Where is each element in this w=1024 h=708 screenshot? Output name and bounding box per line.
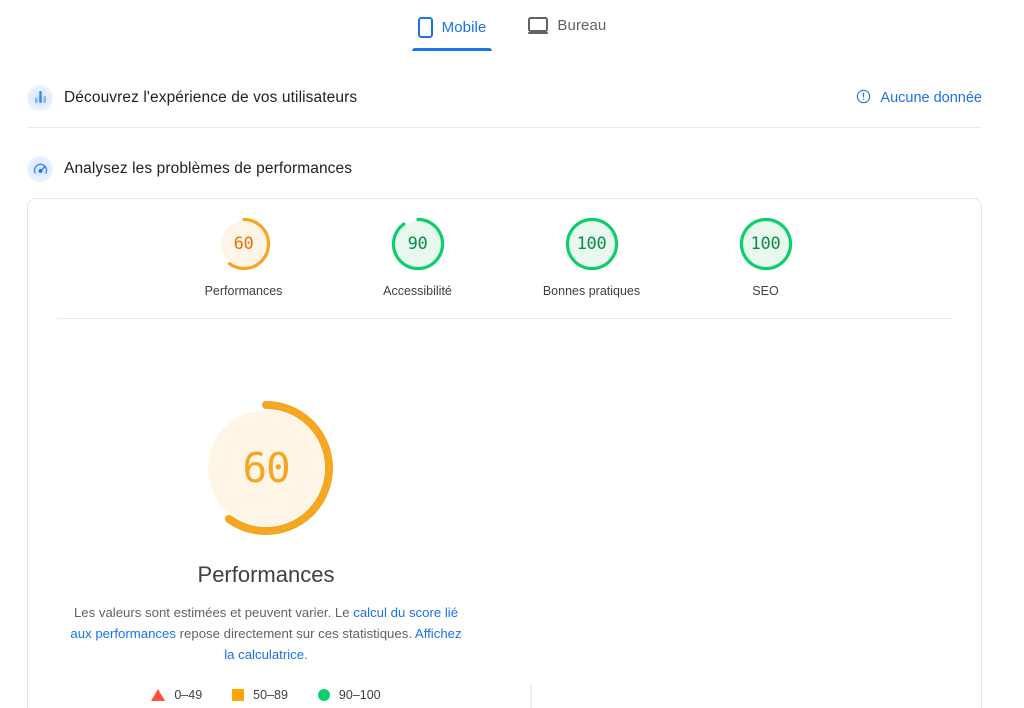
big-gauge-score: 60 (242, 444, 290, 492)
square-icon (232, 688, 245, 701)
category-scores: 60 Performances 90 Accessibilité 100 Bon… (28, 215, 981, 298)
performance-description: Les valeurs sont estimées et peuvent var… (69, 603, 463, 666)
no-data-status[interactable]: Aucune donnée (856, 89, 982, 108)
gauge-score-value: 100 (750, 234, 781, 254)
tab-mobile-label: Mobile (441, 19, 487, 36)
tab-active-indicator (411, 48, 493, 51)
desc-text-1: Les valeurs sont estimées et peuvent var… (73, 605, 354, 620)
gauge-score-value: 90 (407, 234, 428, 254)
desc-text-3: . (304, 646, 308, 662)
form-factor-tabs: Mobile Bureau (0, 0, 1024, 62)
desc-text-2: repose directement sur ces statistiques. (175, 625, 415, 641)
phone-icon (417, 17, 433, 38)
big-gauge-title: Performances (197, 562, 335, 587)
section-performance-issues: Analysez les problèmes de performances (0, 147, 1024, 191)
gauge-label: SEO (752, 284, 779, 298)
vertical-divider (530, 684, 532, 708)
speedometer-icon (27, 156, 53, 182)
section-performance-title: Analysez les problèmes de performances (64, 160, 353, 177)
gauge-label: Accessibilité (383, 284, 452, 298)
legend-label: 90–100 (338, 687, 381, 702)
score-gauge-performances[interactable]: 60 Performances (184, 215, 304, 298)
results-card: 60 Performances 90 Accessibilité 100 Bon… (27, 198, 982, 708)
no-data-label: Aucune donnée (880, 90, 982, 106)
triangle-icon (151, 688, 166, 701)
big-gauge-ring: 60 (193, 395, 339, 541)
legend-item-low: 0–49 (151, 688, 202, 702)
pagespeed-report: Mobile Bureau Découvrez l'expérience de … (0, 0, 1024, 708)
gauge-ring: 90 (389, 215, 447, 273)
legend-item-high: 90–100 (317, 687, 381, 702)
desktop-icon (528, 17, 549, 34)
bar-chart-icon (27, 85, 53, 111)
gauge-ring: 60 (215, 215, 273, 273)
gauge-ring: 100 (737, 215, 795, 273)
score-legend: 0–49 50–89 90–100 (151, 687, 381, 702)
circle-icon (317, 688, 330, 701)
section-user-experience: Découvrez l'expérience de vos utilisateu… (0, 76, 1024, 120)
card-divider (57, 318, 952, 319)
gauge-label: Bonnes pratiques (542, 284, 641, 298)
tab-mobile[interactable]: Mobile (411, 14, 493, 51)
gauge-label: Performances (204, 284, 283, 298)
gauge-score-value: 60 (233, 234, 254, 254)
tab-bureau-label: Bureau (557, 17, 607, 34)
section-divider (27, 127, 982, 128)
score-gauge-bonnes-pratiques[interactable]: 100 Bonnes pratiques (532, 215, 652, 298)
legend-label: 0–49 (174, 687, 203, 702)
tab-bureau[interactable]: Bureau (524, 14, 610, 47)
info-circle-icon (856, 89, 871, 108)
legend-item-medium: 50–89 (232, 688, 288, 702)
big-gauge-block: 60 Performances Les valeurs sont estimée… (28, 349, 504, 702)
legend-label: 50–89 (253, 687, 288, 702)
score-gauge-accessibilite[interactable]: 90 Accessibilité (358, 215, 478, 298)
gauge-score-value: 100 (576, 234, 607, 254)
gauge-ring: 100 (563, 215, 621, 273)
section-user-experience-title: Découvrez l'expérience de vos utilisateu… (64, 89, 358, 106)
score-gauge-seo[interactable]: 100 SEO (706, 215, 826, 298)
